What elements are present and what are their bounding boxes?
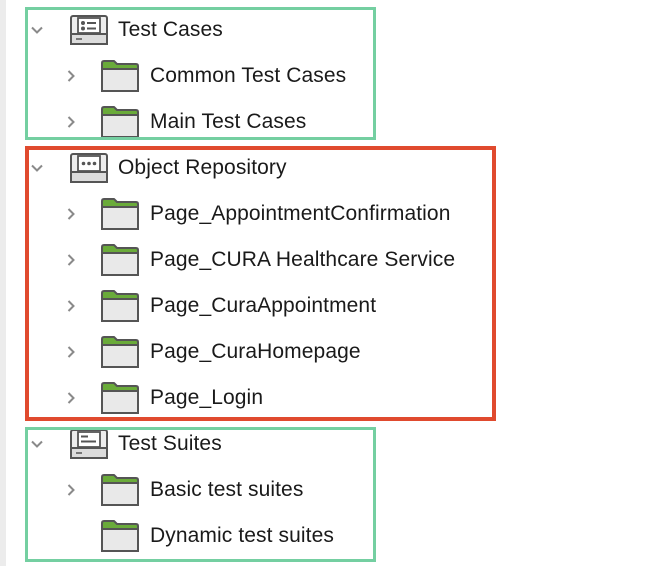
chevron-right-icon[interactable] — [64, 299, 78, 313]
tree-item-object-repository[interactable]: Object Repository — [0, 148, 520, 188]
object-repository-root-icon — [70, 153, 108, 183]
chevron-right-icon[interactable] — [64, 345, 78, 359]
tree-item-basic-test-suites[interactable]: Basic test suites — [0, 470, 520, 510]
tree-item-test-cases[interactable]: Test Cases — [0, 10, 520, 50]
tree-item-page-cura-healthcare-service[interactable]: Page_CURA Healthcare Service — [0, 240, 520, 280]
folder-icon — [101, 382, 139, 414]
chevron-right-icon[interactable] — [64, 115, 78, 129]
test-cases-root-icon — [70, 15, 108, 45]
folder-icon — [101, 244, 139, 276]
folder-icon — [101, 106, 139, 138]
folder-icon — [101, 336, 139, 368]
tree-item-label: Page_AppointmentConfirmation — [150, 202, 451, 225]
chevron-right-icon[interactable] — [64, 69, 78, 83]
tree-item-common-test-cases[interactable]: Common Test Cases — [0, 56, 520, 96]
tree-item-page-curaappointment[interactable]: Page_CuraAppointment — [0, 286, 520, 326]
folder-icon — [101, 520, 139, 552]
chevron-right-icon[interactable] — [64, 253, 78, 267]
tree-item-label: Main Test Cases — [150, 110, 307, 133]
chevron-down-icon[interactable] — [30, 161, 44, 175]
chevron-down-icon[interactable] — [30, 437, 44, 451]
folder-icon — [101, 60, 139, 92]
tree-item-page-curahomepage[interactable]: Page_CuraHomepage — [0, 332, 520, 372]
chevron-right-icon[interactable] — [64, 391, 78, 405]
tree-item-label: Page_Login — [150, 386, 264, 409]
chevron-right-icon[interactable] — [64, 483, 78, 497]
tree-item-dynamic-test-suites[interactable]: Dynamic test suites — [0, 516, 520, 556]
chevron-down-icon[interactable] — [30, 23, 44, 37]
folder-icon — [101, 474, 139, 506]
tree-item-label: Object Repository — [118, 156, 287, 179]
folder-icon — [101, 198, 139, 230]
tree-item-label: Basic test suites — [150, 478, 304, 501]
folder-icon — [101, 290, 139, 322]
test-suites-root-icon — [70, 429, 108, 459]
tree-item-page-appointmentconfirmation[interactable]: Page_AppointmentConfirmation — [0, 194, 520, 234]
chevron-right-icon[interactable] — [64, 207, 78, 221]
tree-item-label: Common Test Cases — [150, 64, 347, 87]
tree-item-page-login[interactable]: Page_Login — [0, 378, 520, 418]
explorer-tree: Test Cases Common Test Cases Main Test C… — [0, 0, 664, 566]
tree-item-label: Page_CuraHomepage — [150, 340, 361, 363]
tree-item-test-suites[interactable]: Test Suites — [0, 424, 520, 464]
tree-item-label: Test Cases — [118, 18, 223, 41]
tree-item-label: Page_CuraAppointment — [150, 294, 377, 317]
tree-item-main-test-cases[interactable]: Main Test Cases — [0, 102, 520, 142]
tree-item-label: Dynamic test suites — [150, 524, 334, 547]
tree-item-label: Test Suites — [118, 432, 222, 455]
tree-item-label: Page_CURA Healthcare Service — [150, 248, 456, 271]
